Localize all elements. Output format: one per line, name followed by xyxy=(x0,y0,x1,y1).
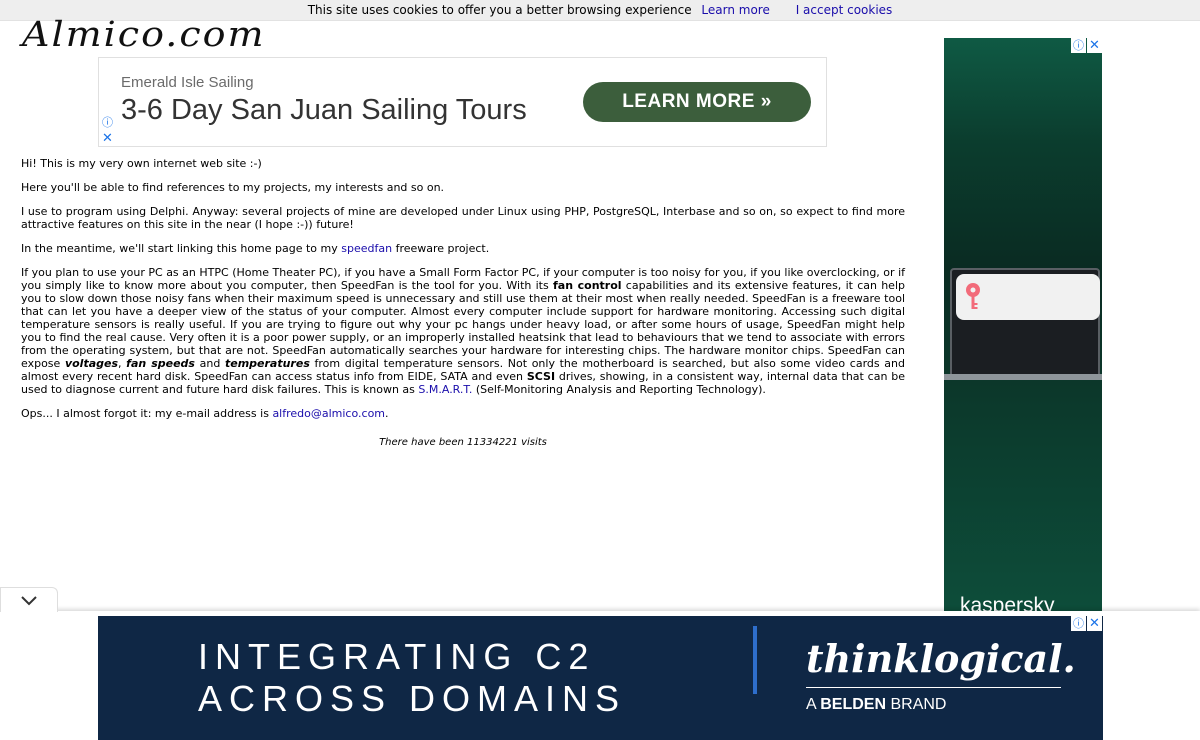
bottom-anchor-ad-bar: INTEGRATING C2 ACROSS DOMAINS thinklogic… xyxy=(0,611,1200,740)
emphasis-fan-speeds: fan speeds xyxy=(126,357,195,370)
emphasis-voltages: voltages xyxy=(64,357,119,370)
email-paragraph: Ops... I almost forgot it: my e-mail add… xyxy=(21,407,905,420)
learn-more-button[interactable]: LEARN MORE » xyxy=(583,82,811,122)
cookie-message: This site uses cookies to offer you a be… xyxy=(307,3,692,17)
bottom-ad-info-icon[interactable]: ⓘ xyxy=(1071,616,1086,631)
right-skyscraper-ad[interactable]: kaspersky xyxy=(944,38,1102,611)
ad-brand-logo: thinklogical. xyxy=(806,636,1076,681)
text-span: Ops... I almost forgot it: my e-mail add… xyxy=(21,407,273,420)
ad-headline[interactable]: 3-6 Day San Juan Sailing Tours xyxy=(121,94,527,127)
learn-more-link[interactable]: Learn more xyxy=(701,3,769,17)
accept-cookies-link[interactable]: I accept cookies xyxy=(796,3,893,17)
laptop-base-illustration xyxy=(944,374,1102,380)
speedfan-description-paragraph: If you plan to use your PC as an HTPC (H… xyxy=(21,266,905,396)
ad-headline-line-2: ACROSS DOMAINS xyxy=(198,678,627,719)
bottom-ad-close-icon[interactable]: ✕ xyxy=(1087,616,1102,631)
emphasis-fan-control: fan control xyxy=(552,279,622,292)
ad-close-icon[interactable]: ✕ xyxy=(100,131,115,146)
ad-brand-tagline: A BELDEN BRAND xyxy=(806,696,946,714)
top-ad-banner[interactable]: Emerald Isle Sailing 3-6 Day San Juan Sa… xyxy=(98,57,827,147)
projects-paragraph: Here you'll be able to find references t… xyxy=(21,181,445,194)
delphi-paragraph: I use to program using Delphi. Anyway: s… xyxy=(21,205,905,231)
ad-headline-line-1: INTEGRATING C2 xyxy=(198,636,596,677)
ad-brand-name: kaspersky xyxy=(960,594,1055,611)
smart-link[interactable]: S.M.A.R.T. xyxy=(418,383,472,396)
email-link[interactable]: alfredo@almico.com xyxy=(272,407,385,420)
text-span: A xyxy=(806,696,821,713)
text-span: (Self-Monitoring Analysis and Reporting … xyxy=(472,383,766,396)
text-span: and xyxy=(194,357,225,370)
text-span: BELDEN xyxy=(820,696,887,713)
visit-counter: There have been 11334221 visits xyxy=(379,437,547,448)
key-icon xyxy=(966,283,980,309)
text-span: In the meantime, we'll start linking thi… xyxy=(21,242,342,255)
text-span: , xyxy=(118,357,127,370)
ad-brand-rule xyxy=(806,687,1061,688)
main-content: Hi! This is my very own internet web sit… xyxy=(21,157,905,460)
right-ad-close-icon[interactable]: ✕ xyxy=(1087,38,1102,53)
speedfan-link-paragraph: In the meantime, we'll start linking thi… xyxy=(21,242,905,255)
right-ad-info-icon[interactable]: ⓘ xyxy=(1071,38,1086,53)
speedfan-link[interactable]: speedfan xyxy=(341,242,392,255)
text-span: BRAND xyxy=(886,696,947,713)
emphasis-temperatures: temperatures xyxy=(224,357,310,370)
bottom-ad-banner[interactable]: INTEGRATING C2 ACROSS DOMAINS thinklogic… xyxy=(98,616,1103,740)
chevron-down-icon xyxy=(21,596,37,606)
ad-info-icon[interactable]: ⓘ xyxy=(100,115,115,130)
text-span: . xyxy=(385,407,389,420)
collapse-ad-tab[interactable] xyxy=(0,587,58,612)
intro-paragraph: Hi! This is my very own internet web sit… xyxy=(21,157,262,170)
ad-divider xyxy=(753,626,757,694)
emphasis-scsi: SCSI xyxy=(526,370,556,383)
text-span: freeware project. xyxy=(392,242,490,255)
ad-advertiser-name: Emerald Isle Sailing xyxy=(121,74,254,91)
site-logo[interactable]: Almico.com xyxy=(22,14,266,54)
